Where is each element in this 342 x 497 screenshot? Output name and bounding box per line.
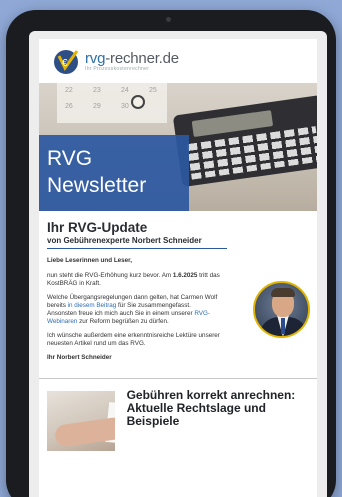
- article-section: Ihr RVG-Update von Gebührenexperte Norbe…: [39, 211, 317, 369]
- hero-title-line1: RVG: [47, 147, 93, 170]
- teaser-title[interactable]: Gebühren korrekt anrechnen: Aktuelle Rec…: [127, 389, 309, 451]
- beitrag-link[interactable]: in diesem Beitrag: [68, 302, 117, 309]
- teaser-image[interactable]: [47, 391, 115, 451]
- article-subtitle: von Gebührenexperte Norbert Schneider: [47, 236, 202, 245]
- camera-dot: [166, 17, 171, 22]
- newsletter-page: € rvg-rechner.de Ihr Prozesskostenrechne…: [39, 39, 317, 497]
- title-underline: [47, 248, 227, 249]
- tablet-frame: € rvg-rechner.de Ihr Prozesskostenrechne…: [6, 10, 336, 497]
- teaser-article[interactable]: Gebühren korrekt anrechnen: Aktuelle Rec…: [39, 379, 317, 451]
- hero-title-box: RVG Newsletter: [39, 135, 189, 211]
- logo-header[interactable]: € rvg-rechner.de Ihr Prozesskostenrechne…: [39, 39, 317, 83]
- tablet-screen: € rvg-rechner.de Ihr Prozesskostenrechne…: [29, 31, 327, 497]
- calculator-image: [172, 94, 317, 188]
- hero-title-line2: Newsletter: [47, 174, 147, 197]
- hero-banner: 22 23 24 25 26 29 30 RVG Newsletter: [39, 83, 317, 211]
- logo-tagline: Ihr Prozesskostenrechner: [85, 65, 150, 72]
- paragraph-1: nun steht die RVG-Erhöhung kurz bevor. A…: [47, 272, 220, 287]
- greeting: Liebe Leserinnen und Leser,: [47, 257, 133, 264]
- paragraph-2: Welche Übergangsregelungen dann gelten, …: [47, 294, 218, 325]
- calendar-image: 22 23 24 25 26 29 30: [57, 83, 167, 123]
- article-text: Liebe Leserinnen und Leser, nun steht di…: [47, 257, 237, 369]
- author-photo-column: [237, 257, 310, 369]
- svg-text:€: €: [62, 58, 68, 69]
- signature: Ihr Norbert Schneider: [47, 354, 112, 361]
- author-avatar: [253, 281, 310, 338]
- logo-icon: €: [54, 50, 79, 74]
- clock-icon: [131, 95, 145, 109]
- logo-wordmark: rvg-rechner.de Ihr Prozesskostenrechner: [85, 51, 179, 72]
- article-body: Liebe Leserinnen und Leser, nun steht di…: [47, 257, 310, 369]
- logo-main-text: rvg-rechner.de: [85, 49, 179, 67]
- paragraph-3: Ich wünsche außerdem eine erkenntnisreic…: [47, 332, 220, 347]
- article-title: Ihr RVG-Update: [47, 220, 148, 235]
